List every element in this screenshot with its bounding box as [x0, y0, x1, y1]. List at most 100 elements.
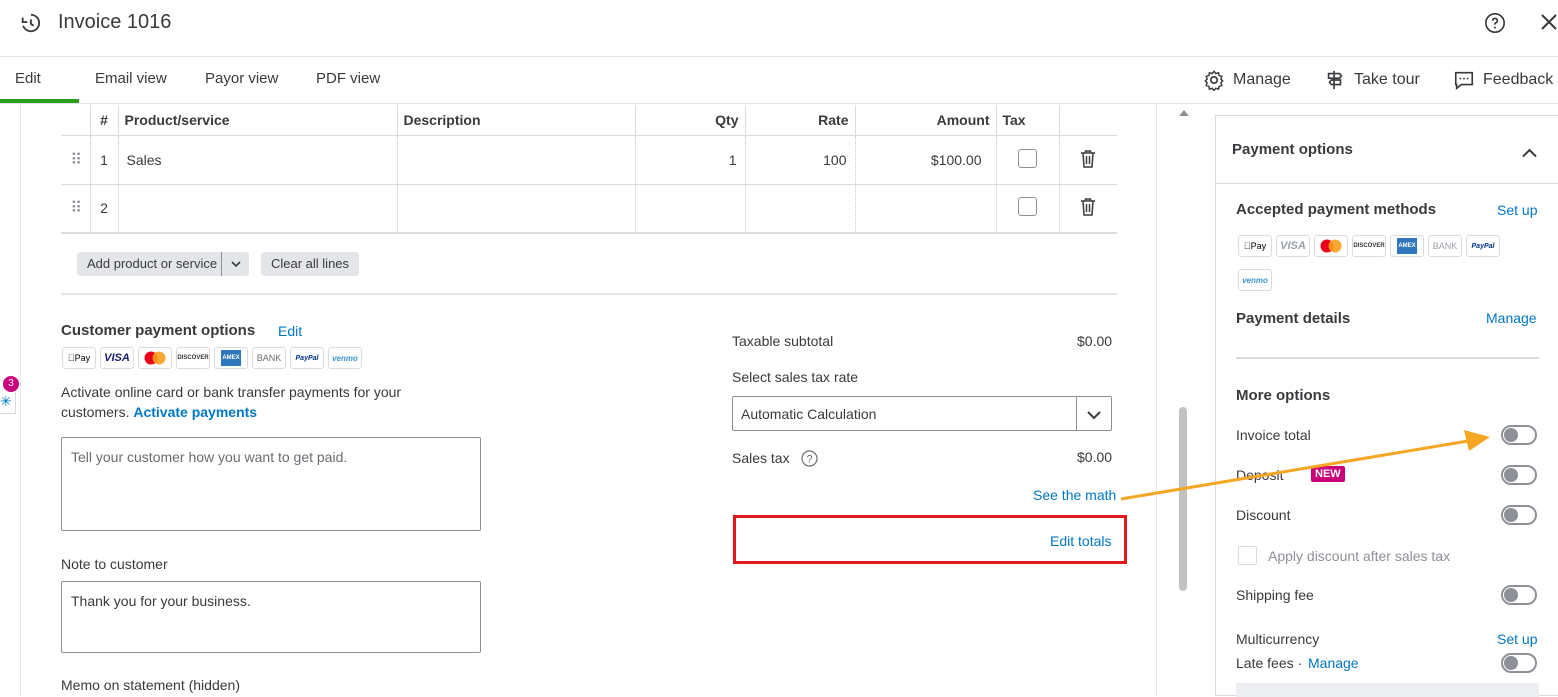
amex-icon: AMEX [1390, 235, 1424, 257]
trash-icon[interactable] [1080, 197, 1096, 216]
history-icon[interactable] [19, 12, 41, 39]
deposit-label: Deposit [1236, 467, 1284, 483]
activate-payments-link[interactable]: Activate payments [133, 404, 257, 420]
payment-message-input[interactable]: Tell your customer how you want to get p… [61, 437, 481, 531]
chevron-down-icon [1087, 411, 1101, 420]
add-product-dropdown[interactable] [221, 252, 249, 276]
column-header-number: # [90, 105, 119, 135]
see-the-math-link[interactable]: See the math [1033, 487, 1116, 503]
chevron-up-icon[interactable] [1522, 145, 1537, 163]
invoice-total-toggle[interactable] [1501, 425, 1537, 445]
add-product-button[interactable]: Add product or service [77, 252, 250, 276]
add-product-label: Add product or service [87, 256, 218, 271]
amount-cell[interactable] [855, 183, 997, 234]
apple-pay-icon: Pay [62, 347, 96, 369]
help-icon[interactable] [1484, 12, 1506, 39]
late-fees-manage-link[interactable]: Manage [1308, 655, 1359, 671]
taxable-subtotal-value: $0.00 [1077, 333, 1113, 349]
drag-column-header [61, 105, 91, 135]
tax-rate-dropdown[interactable] [1076, 397, 1111, 430]
qty-cell[interactable] [635, 183, 746, 234]
accepted-methods-label: Accepted payment methods [1236, 201, 1437, 218]
drag-handle-icon[interactable]: ⠿ [61, 183, 91, 234]
mastercard-icon [138, 347, 172, 369]
description-cell[interactable] [397, 183, 636, 234]
apply-discount-label: Apply discount after sales tax [1268, 548, 1451, 564]
multicurrency-label: Multicurrency [1236, 631, 1320, 647]
drag-handle-icon[interactable]: ⠿ [61, 134, 91, 184]
shipping-fee-label: Shipping fee [1236, 587, 1314, 603]
tax-rate-value: Automatic Calculation [741, 406, 877, 422]
discover-icon: DISCOVER [176, 347, 210, 369]
apply-discount-checkbox[interactable] [1238, 546, 1257, 565]
table-row: ⠿ 2 [61, 183, 1117, 234]
clear-all-lines-button[interactable]: Clear all lines [261, 252, 360, 276]
info-icon[interactable]: ? [801, 450, 818, 472]
chat-bubble-icon [1454, 71, 1474, 90]
payment-options-panel: Payment options Accepted payment methods… [1215, 115, 1558, 697]
accepted-methods-setup-link[interactable]: Set up [1497, 202, 1537, 218]
visa-icon: VISA [1276, 235, 1310, 257]
tax-cell [996, 183, 1060, 234]
tab-payor-view[interactable]: Payor view [205, 70, 278, 87]
scrollbar-thumb[interactable] [1179, 407, 1187, 591]
activate-payments-text: Activate online card or bank transfer pa… [61, 382, 441, 422]
edit-totals-link[interactable]: Edit totals [1050, 533, 1111, 549]
delete-cell [1059, 134, 1117, 184]
payment-options-title: Customer payment options [61, 322, 256, 339]
paypal-icon: PayPal [290, 347, 324, 369]
note-to-customer-input[interactable]: Thank you for your business. [61, 581, 481, 653]
late-fees-toggle[interactable] [1501, 653, 1537, 673]
delete-cell [1059, 183, 1117, 234]
tax-checkbox[interactable] [1018, 197, 1037, 217]
row-number: 1 [90, 134, 119, 184]
chevron-down-icon [231, 261, 241, 268]
panel-divider [1216, 183, 1558, 184]
qty-cell[interactable]: 1 [635, 134, 746, 184]
feedback-label: Feedback [1483, 71, 1554, 88]
shipping-fee-toggle[interactable] [1501, 585, 1537, 605]
manage-label: Manage [1233, 71, 1291, 88]
rate-cell[interactable]: 100 [745, 134, 856, 184]
table-row: ⠿ 1 Sales 1 100 $100.00 [61, 134, 1117, 184]
panel-title: Payment options [1232, 141, 1353, 158]
product-cell[interactable]: Sales [118, 134, 398, 184]
gear-icon [1204, 70, 1224, 91]
tab-pdf-view[interactable]: PDF view [316, 70, 380, 87]
deposit-toggle[interactable] [1501, 465, 1537, 485]
manage-button[interactable]: Manage [1203, 69, 1291, 91]
view-tabs: Edit Email view Payor view PDF view Mana… [0, 57, 1558, 104]
panel-footer-strip [1236, 683, 1539, 697]
product-cell[interactable] [118, 183, 398, 234]
rate-cell[interactable] [745, 183, 856, 234]
column-header-product: Product/service [118, 105, 398, 135]
multicurrency-setup-link[interactable]: Set up [1497, 631, 1537, 647]
tax-checkbox[interactable] [1018, 148, 1037, 168]
scrollbar[interactable] [1175, 105, 1193, 696]
feedback-button[interactable]: Feedback [1453, 69, 1553, 91]
note-to-customer-label: Note to customer [61, 556, 168, 572]
close-icon[interactable] [1540, 13, 1558, 36]
taxable-subtotal-label: Taxable subtotal [732, 333, 834, 349]
amount-cell[interactable]: $100.00 [855, 134, 997, 184]
payment-details-manage-link[interactable]: Manage [1486, 310, 1537, 326]
page-title: Invoice 1016 [58, 11, 172, 33]
payment-options-edit-link[interactable]: Edit [278, 323, 302, 339]
invoice-total-label: Invoice total [1236, 427, 1311, 443]
scroll-up-arrow[interactable] [1179, 110, 1189, 116]
take-tour-label: Take tour [1354, 71, 1420, 88]
trash-icon[interactable] [1080, 149, 1096, 168]
tax-rate-label: Select sales tax rate [732, 369, 859, 385]
column-header-rate: Rate [745, 105, 856, 135]
tax-rate-select[interactable]: Automatic Calculation [732, 396, 1112, 431]
tab-edit[interactable]: Edit [15, 70, 41, 87]
tab-email-view[interactable]: Email view [95, 70, 167, 87]
column-header-qty: Qty [635, 105, 746, 135]
discount-toggle[interactable] [1501, 505, 1537, 525]
take-tour-button[interactable]: Take tour [1324, 69, 1420, 91]
side-widget[interactable]: 3 ✳ [0, 376, 19, 414]
notification-badge: 3 [3, 376, 19, 392]
mastercard-icon [1314, 235, 1348, 257]
description-cell[interactable] [397, 134, 636, 184]
venmo-icon: venmo [328, 347, 362, 369]
